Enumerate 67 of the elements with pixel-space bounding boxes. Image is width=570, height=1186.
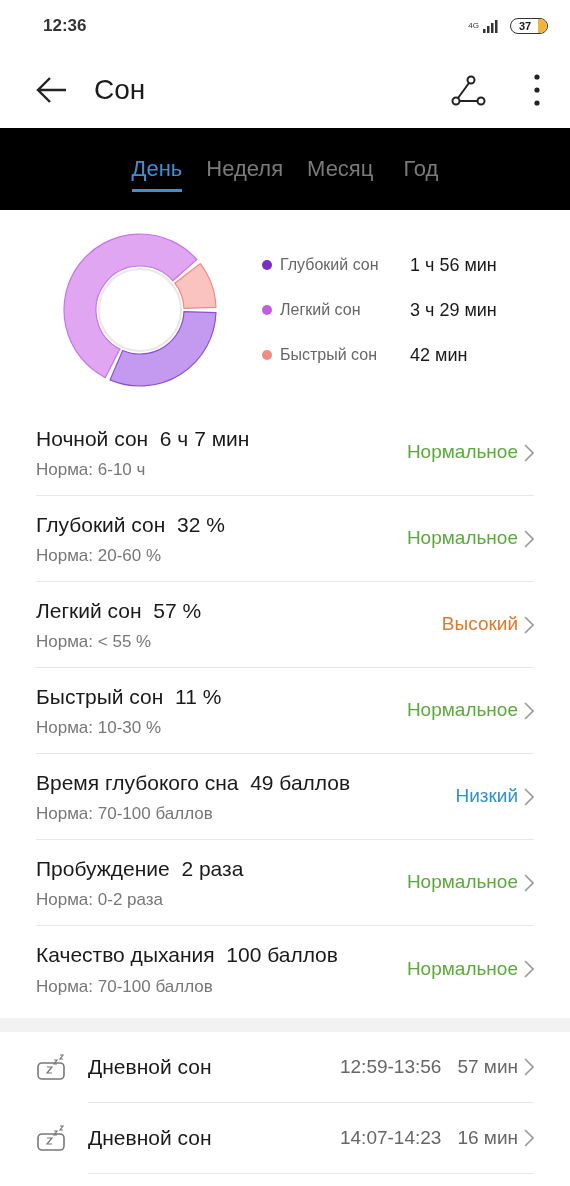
legend-label: Быстрый сон (280, 345, 379, 365)
more-button[interactable] (534, 74, 540, 106)
metric-status: Низкий (455, 784, 518, 809)
period-tab[interactable]: Год (403, 146, 439, 192)
metric-norm: Норма: 6-10 ч (36, 459, 147, 481)
metric-row[interactable]: Глубокий сон 32 % Норма: 20-60 % Нормальное (36, 496, 534, 582)
chevron-icon (524, 529, 534, 548)
metric-row[interactable]: Легкий сон 57 % Норма: < 55 % Высокий (36, 582, 534, 668)
metric-status: Нормальное (406, 526, 518, 551)
period-tab[interactable]: День (131, 146, 183, 192)
metric-norm: Норма: 10-30 % (36, 717, 163, 739)
nap-duration: 57 мин (457, 1054, 518, 1079)
legend-label: Легкий сон (280, 300, 362, 320)
page-title: Сон (94, 73, 146, 107)
metric-row[interactable]: Качество дыхания 100 баллов Норма: 70-100 баллов Нормальное (36, 926, 534, 1012)
period-tab[interactable]: Месяц (307, 146, 374, 192)
metric-status: Нормальное (406, 698, 518, 723)
metric-status: Нормальное (406, 956, 518, 981)
clock-time: 12:36 (43, 15, 87, 38)
metric-norm: Норма: 20-60 % (36, 545, 163, 567)
metric-title: Ночной сон 6 ч 7 мин (36, 425, 250, 452)
nap-row[interactable]: Дневной сон 14:07-14:23 16 мин (88, 1103, 534, 1174)
metric-title: Качество дыхания 100 баллов (36, 942, 338, 968)
nap-duration: 16 мин (457, 1125, 518, 1150)
sleep-icon (36, 1054, 66, 1081)
metric-status: Высокий (441, 612, 518, 637)
period-tab[interactable]: Неделя (206, 146, 284, 192)
legend-label: Глубокий сон (280, 255, 380, 275)
metric-norm: Норма: 70-100 баллов (36, 803, 214, 825)
share-icon (451, 74, 486, 106)
more-icon (534, 74, 540, 106)
chevron-icon (524, 443, 534, 462)
chevron-icon (524, 701, 534, 720)
metric-norm: Норма: 0-2 раза (36, 889, 165, 911)
metric-row[interactable]: Быстрый сон 11 % Норма: 10-30 % Нормальное (36, 668, 534, 754)
nap-time-range: 14:07-14:23 (340, 1125, 442, 1150)
sleep-icon (36, 1125, 66, 1152)
nap-title: Дневной сон (88, 1054, 212, 1081)
legend-value: 3 ч 29 мин (410, 298, 497, 322)
chevron-icon (524, 1129, 534, 1147)
metric-row[interactable]: Пробуждение 2 раза Норма: 0-2 раза Нормальное (36, 840, 534, 926)
metric-status: Нормальное (406, 440, 518, 465)
metric-row[interactable]: Время глубокого сна 49 баллов Норма: 70-100 баллов Низкий (36, 754, 534, 840)
metric-title: Глубокий сон 32 % (36, 511, 225, 538)
network-type: 4G (468, 22, 479, 30)
nap-row[interactable]: Дневной сон 12:59-13:56 57 мин (88, 1032, 534, 1103)
metric-title: Пробуждение 2 раза (36, 855, 244, 882)
metric-title: Легкий сон 57 % (36, 597, 202, 624)
metric-row[interactable]: Ночной сон 6 ч 7 мин Норма: 6-10 ч Нормальное (36, 410, 534, 496)
signal-icon (483, 19, 498, 33)
chevron-icon (524, 1058, 534, 1076)
back-button[interactable] (36, 76, 68, 104)
metric-status: Нормальное (406, 870, 518, 895)
nap-time-range: 12:59-13:56 (340, 1054, 442, 1079)
share-button[interactable] (451, 74, 486, 106)
legend-value: 1 ч 56 мин (410, 253, 497, 277)
back-arrow-icon (36, 76, 68, 104)
metric-title: Быстрый сон 11 % (36, 683, 222, 710)
metric-norm: Норма: < 55 % (36, 631, 153, 653)
chevron-icon (524, 787, 534, 806)
metric-norm: Норма: 70-100 баллов (36, 975, 214, 998)
metric-title: Время глубокого сна 49 баллов (36, 769, 351, 796)
legend-value: 42 мин (410, 343, 468, 367)
nap-title: Дневной сон (88, 1125, 212, 1152)
chevron-icon (524, 873, 534, 892)
chevron-icon (524, 960, 534, 978)
chevron-icon (524, 615, 534, 634)
